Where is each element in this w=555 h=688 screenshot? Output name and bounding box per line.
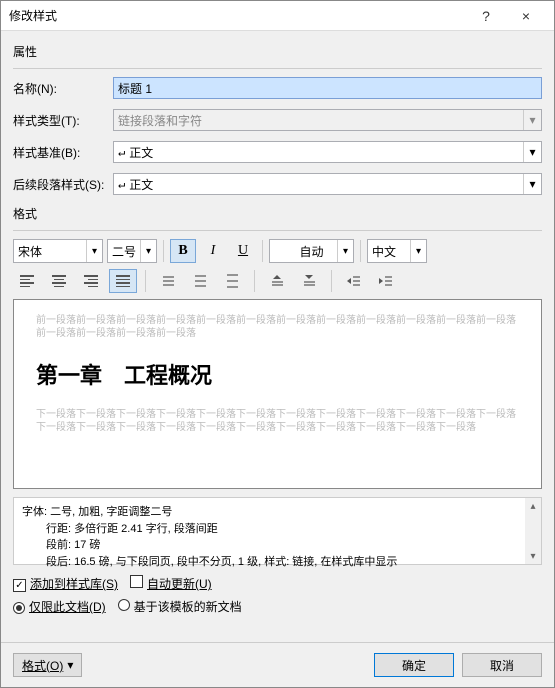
underline-button[interactable]: U — [230, 239, 256, 263]
close-button[interactable]: × — [506, 2, 546, 30]
following-label: 后续段落样式(S): — [13, 176, 113, 193]
checkbox-checked-icon: ✓ — [13, 579, 26, 592]
line-spacing-15-button[interactable] — [186, 269, 214, 293]
font-color-value: 自动 — [299, 243, 323, 260]
template-label: 基于该模板的新文档 — [134, 600, 242, 614]
following-row: 后续段落样式(S): ↵ 正文 ▾ — [13, 173, 542, 195]
cancel-button[interactable]: 取消 — [462, 653, 542, 677]
options-group: ✓ 添加到样式库(S) 自动更新(U) 仅限此文档(D) 基于该模板的新文档 — [13, 575, 542, 615]
italic-button[interactable]: I — [200, 239, 226, 263]
help-button[interactable]: ? — [466, 2, 506, 30]
this-doc-radio[interactable]: 仅限此文档(D) — [13, 598, 106, 615]
align-center-button[interactable] — [45, 269, 73, 293]
auto-update-label: 自动更新(U) — [147, 577, 212, 591]
separator — [262, 240, 263, 262]
properties-section-label: 属性 — [13, 43, 542, 60]
style-type-label: 样式类型(T): — [13, 112, 113, 129]
chevron-down-icon: ▾ — [523, 142, 541, 162]
format-menu-label: 格式(O) — [22, 657, 63, 674]
language-combo[interactable]: 中文 ▾ — [367, 239, 427, 263]
template-radio[interactable]: 基于该模板的新文档 — [118, 598, 242, 615]
style-type-combo: 链接段落和字符 ▾ — [113, 109, 542, 131]
font-name-value: 宋体 — [18, 243, 42, 260]
desc-line: 段前: 17 磅 — [22, 537, 533, 554]
modify-style-dialog: 修改样式 ? × 属性 名称(N): 样式类型(T): 链接段落和字符 ▾ 样式… — [0, 0, 555, 688]
return-icon: ↵ — [118, 177, 125, 191]
dialog-content: 属性 名称(N): 样式类型(T): 链接段落和字符 ▾ 样式基准(B): ↵ … — [1, 31, 554, 642]
chevron-down-icon: ▾ — [337, 240, 353, 262]
dialog-title: 修改样式 — [9, 7, 466, 24]
based-on-combo[interactable]: ↵ 正文 ▾ — [113, 141, 542, 163]
auto-update-checkbox[interactable]: 自动更新(U) — [130, 575, 212, 592]
line-spacing-1-button[interactable] — [154, 269, 182, 293]
desc-line: 行距: 多倍行距 2.41 字行, 段落间距 — [22, 521, 533, 538]
separator — [254, 270, 255, 292]
following-value: 正文 — [129, 176, 153, 193]
font-size-value: 二号 — [112, 243, 136, 260]
font-color-combo[interactable]: 自动 ▾ — [269, 239, 354, 263]
scroll-up-icon[interactable]: ▴ — [530, 498, 535, 514]
based-on-label: 样式基准(B): — [13, 144, 113, 161]
paragraph-toolbar — [13, 269, 542, 293]
chevron-down-icon: ▾ — [410, 240, 426, 262]
desc-line: 段后: 16.5 磅, 与下段同页, 段中不分页, 1 级, 样式: 链接, 在… — [22, 554, 533, 571]
following-combo[interactable]: ↵ 正文 ▾ — [113, 173, 542, 195]
name-row: 名称(N): — [13, 77, 542, 99]
align-left-button[interactable] — [13, 269, 41, 293]
font-toolbar: 宋体 ▾ 二号 ▾ B I U 自动 ▾ 中文 ▾ — [13, 239, 542, 263]
chevron-down-icon: ▾ — [86, 240, 102, 262]
desc-line: 字体: 二号, 加粗, 字距调整二号 — [22, 504, 533, 521]
align-justify-button[interactable] — [109, 269, 137, 293]
font-size-combo[interactable]: 二号 ▾ — [107, 239, 157, 263]
name-input[interactable] — [113, 77, 542, 99]
style-type-row: 样式类型(T): 链接段落和字符 ▾ — [13, 109, 542, 131]
titlebar: 修改样式 ? × — [1, 1, 554, 31]
dialog-footer: 格式(O) ▾ 确定 取消 — [1, 642, 554, 687]
return-icon: ↵ — [118, 145, 125, 159]
name-label: 名称(N): — [13, 80, 113, 97]
checkbox-icon — [130, 575, 143, 588]
chevron-down-icon: ▾ — [67, 658, 73, 672]
bold-button[interactable]: B — [170, 239, 196, 263]
radio-icon — [118, 599, 130, 611]
indent-increase-button[interactable] — [372, 269, 400, 293]
divider — [13, 230, 542, 231]
divider — [13, 68, 542, 69]
separator — [331, 270, 332, 292]
based-on-row: 样式基准(B): ↵ 正文 ▾ — [13, 141, 542, 163]
align-right-button[interactable] — [77, 269, 105, 293]
style-description: 字体: 二号, 加粗, 字距调整二号 行距: 多倍行距 2.41 字行, 段落间… — [13, 497, 542, 565]
ok-button[interactable]: 确定 — [374, 653, 454, 677]
chevron-down-icon: ▾ — [140, 240, 156, 262]
indent-decrease-button[interactable] — [340, 269, 368, 293]
scroll-down-icon[interactable]: ▾ — [530, 548, 535, 564]
scrollbar[interactable]: ▴ ▾ — [525, 498, 541, 564]
radio-checked-icon — [13, 602, 25, 614]
space-before-dec-button[interactable] — [295, 269, 323, 293]
line-spacing-2-button[interactable] — [218, 269, 246, 293]
separator — [145, 270, 146, 292]
this-doc-label: 仅限此文档(D) — [29, 600, 106, 614]
based-on-value: 正文 — [129, 144, 153, 161]
format-menu-button[interactable]: 格式(O) ▾ — [13, 653, 82, 677]
preview-after-text: 下一段落下一段落下一段落下一段落下一段落下一段落下一段落下一段落下一段落下一段落… — [36, 408, 519, 434]
style-type-value: 链接段落和字符 — [118, 112, 202, 129]
preview-before-text: 前一段落前一段落前一段落前一段落前一段落前一段落前一段落前一段落前一段落前一段落… — [36, 314, 519, 340]
chevron-down-icon: ▾ — [523, 174, 541, 194]
separator — [360, 240, 361, 262]
preview-heading: 第一章 工程概况 — [36, 358, 519, 390]
separator — [163, 240, 164, 262]
add-to-gallery-label: 添加到样式库(S) — [30, 577, 118, 591]
language-value: 中文 — [372, 243, 396, 260]
preview-pane: 前一段落前一段落前一段落前一段落前一段落前一段落前一段落前一段落前一段落前一段落… — [13, 299, 542, 489]
chevron-down-icon: ▾ — [523, 110, 541, 130]
format-section-label: 格式 — [13, 205, 542, 222]
add-to-gallery-checkbox[interactable]: ✓ 添加到样式库(S) — [13, 575, 118, 592]
font-name-combo[interactable]: 宋体 ▾ — [13, 239, 103, 263]
space-before-inc-button[interactable] — [263, 269, 291, 293]
